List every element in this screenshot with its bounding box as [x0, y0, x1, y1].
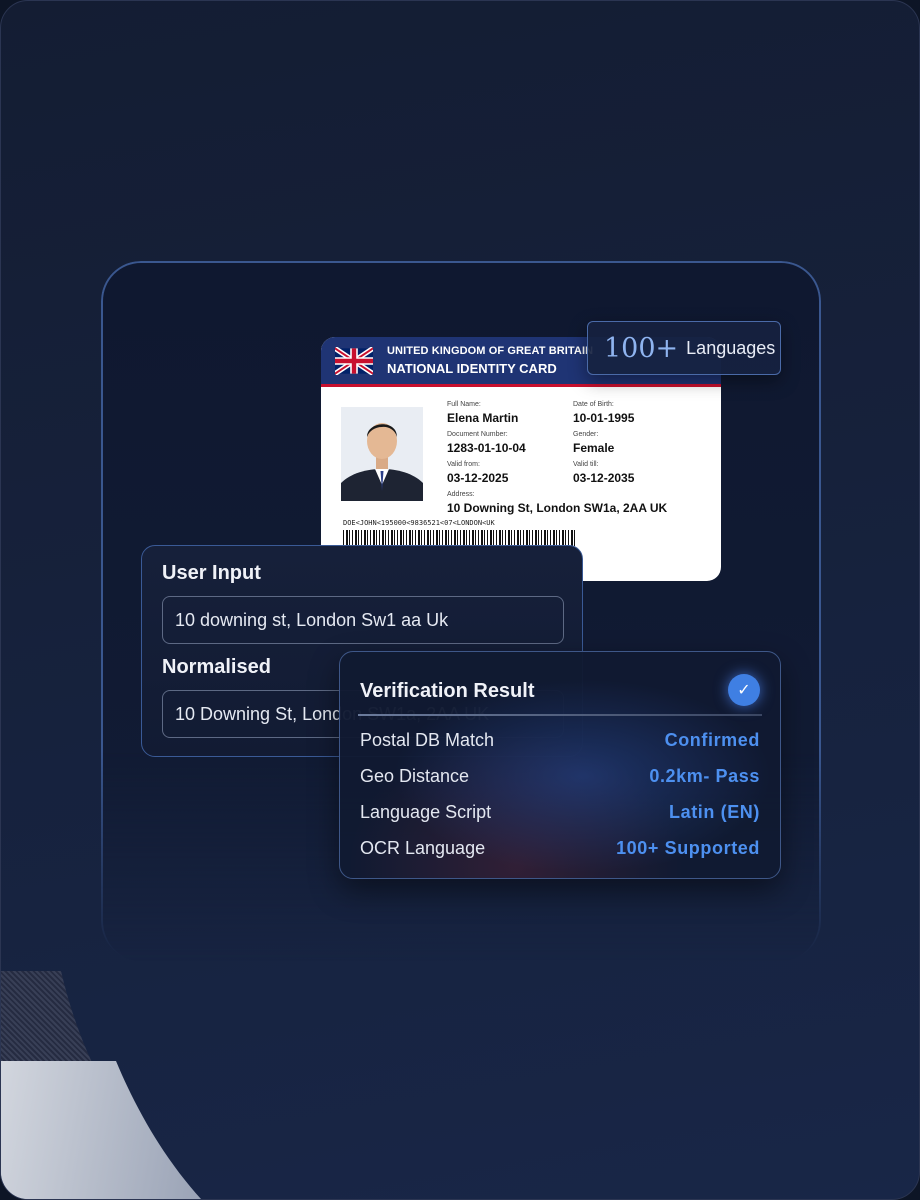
- id-photo: [341, 407, 423, 501]
- field-address: Address: 10 Downing St, London SW1a, 2AA…: [447, 491, 668, 515]
- id-card-type: NATIONAL IDENTITY CARD: [387, 361, 557, 376]
- user-input-field[interactable]: 10 downing st, London Sw1 aa Uk: [162, 596, 564, 644]
- id-country: UNITED KINGDOM OF GREAT BRITAIN: [387, 345, 594, 357]
- id-barcode: [343, 530, 575, 546]
- result-row-geo: Geo Distance 0.2km- Pass: [360, 766, 760, 786]
- result-row-language: Language Script Latin (EN): [360, 802, 760, 822]
- field-gender: Gender: Female: [573, 431, 615, 455]
- languages-badge: 100+ Languages: [587, 321, 781, 375]
- field-document-number: Document Number: 1283-01-10-04: [447, 431, 526, 455]
- normalised-title: Normalised: [162, 656, 271, 678]
- result-row-ocr: OCR Language 100+ Supported: [360, 838, 760, 858]
- field-full-name: Full Name: Elena Martin: [447, 401, 519, 425]
- verification-title: Verification Result: [360, 680, 535, 702]
- corner-highlight: [1, 1061, 201, 1199]
- user-input-title: User Input: [162, 562, 261, 584]
- field-dob: Date of Birth: 10-01-1995: [573, 401, 635, 425]
- field-valid-from: Valid from: 03-12-2025: [447, 461, 509, 485]
- result-row-postal: Postal DB Match Confirmed: [360, 730, 760, 750]
- uk-flag-icon: [335, 346, 373, 375]
- check-icon: ✓: [728, 674, 760, 706]
- verification-result-card: Verification Result ✓ Postal DB Match Co…: [339, 651, 781, 879]
- page: UNITED KINGDOM OF GREAT BRITAIN NATIONAL…: [0, 0, 920, 1200]
- field-valid-till: Valid till: 03-12-2035: [573, 461, 635, 485]
- languages-label: Languages: [686, 337, 776, 358]
- divider: [358, 714, 762, 716]
- languages-count: 100+: [604, 332, 679, 364]
- id-mrz: DOE<JOHN<195000<9836521<07<LONDON<UK: [343, 519, 495, 527]
